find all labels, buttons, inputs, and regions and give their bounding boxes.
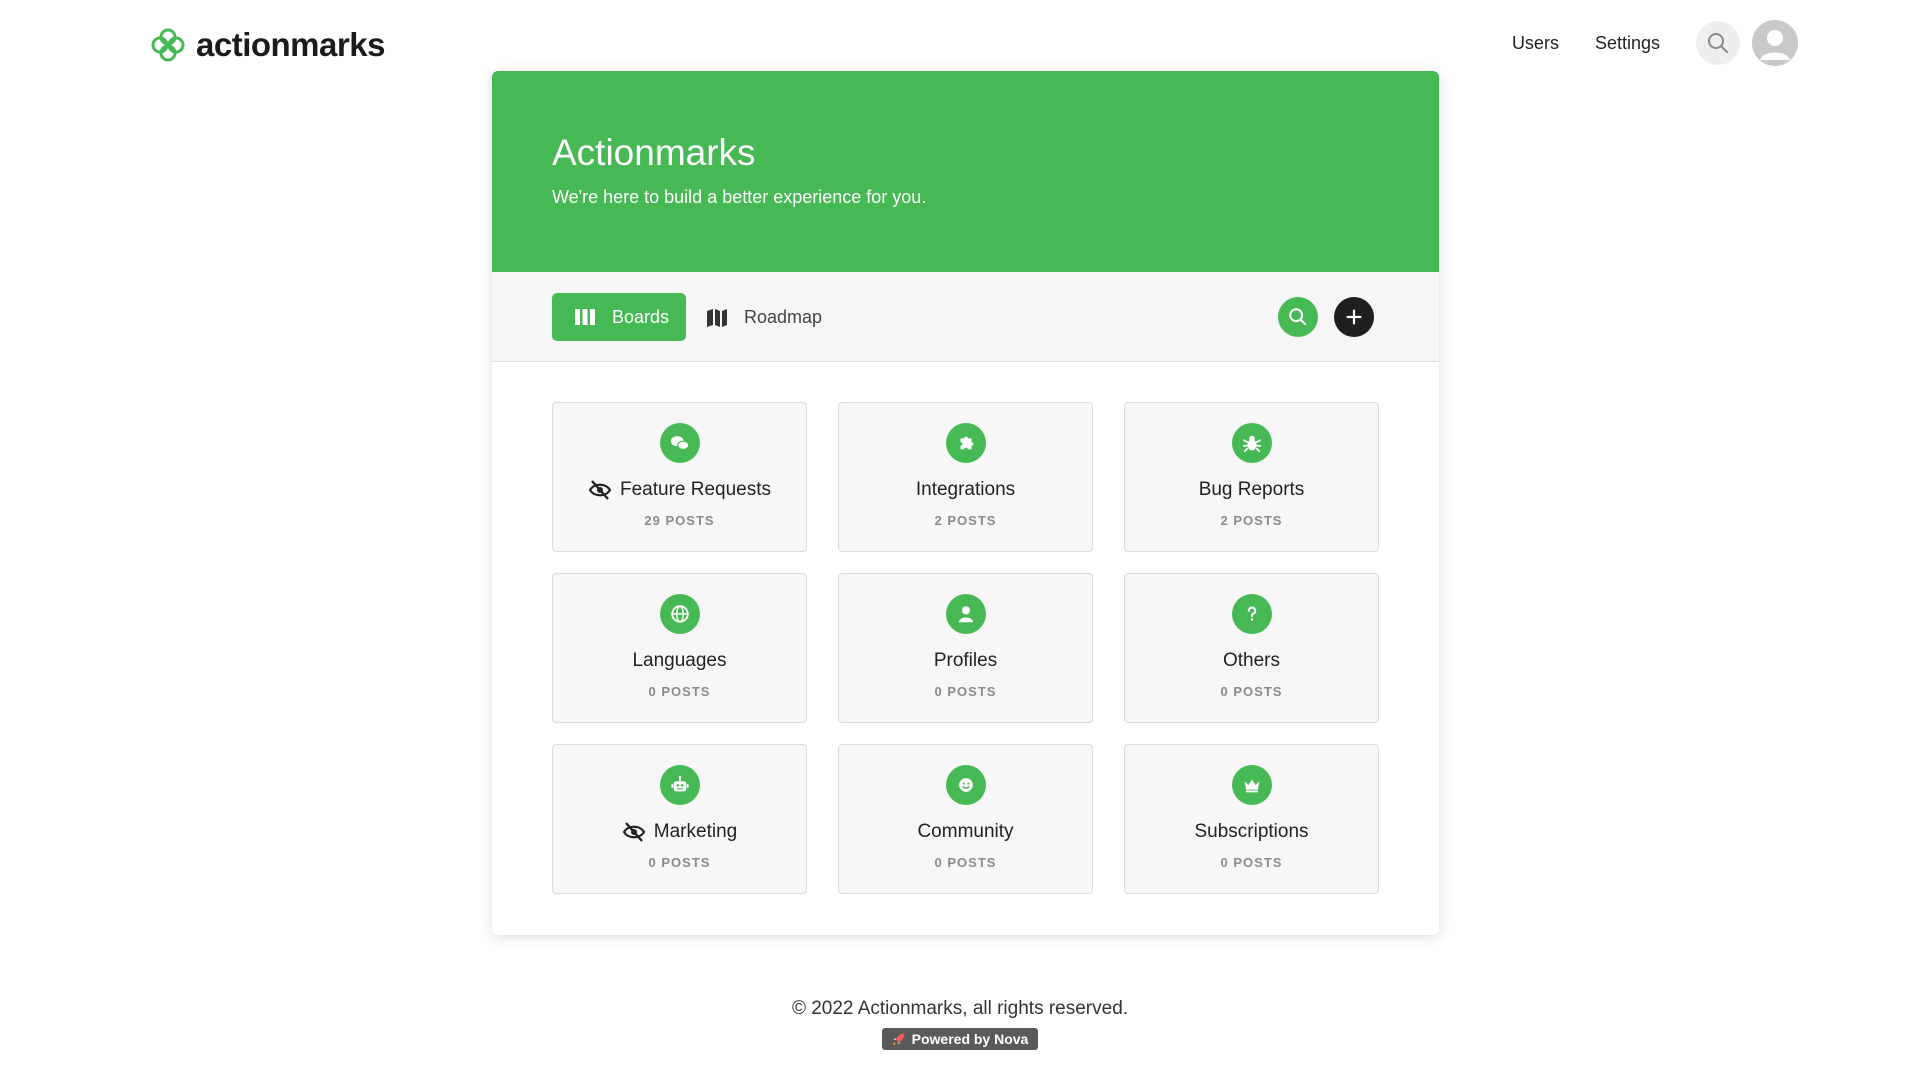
question-icon [1247, 606, 1256, 621]
columns-icon [575, 309, 595, 325]
tab-roadmap-label: Roadmap [744, 306, 823, 327]
toolbar: Boards Roadmap [492, 272, 1439, 362]
board-name: Profiles [934, 650, 997, 672]
board-card-subscriptions[interactable]: Subscriptions 0 POSTS [1124, 744, 1379, 894]
boards-grid: Feature Requests 29 POSTS Integrations 2… [552, 402, 1379, 894]
board-icon-badge [945, 765, 986, 805]
eye-slash-icon [588, 480, 612, 500]
powered-by-badge[interactable]: Powered by Nova [881, 1028, 1039, 1050]
board-post-count: 2 POSTS [934, 513, 997, 528]
board-name-text: Subscriptions [1194, 821, 1309, 842]
bug-icon [1242, 435, 1261, 453]
board-card-community[interactable]: Community 0 POSTS [838, 744, 1093, 894]
board-name-text: Bug Reports [1198, 479, 1305, 500]
board-name: Feature Requests [588, 479, 771, 501]
copyright-text: © 2022 Actionmarks, all rights reserved. [791, 998, 1129, 1019]
map-icon [707, 309, 727, 327]
crown-icon [1244, 779, 1259, 793]
board-card-languages[interactable]: Languages 0 POSTS [552, 573, 807, 723]
puzzle-icon [960, 436, 973, 450]
board-card-bug-reports[interactable]: Bug Reports 2 POSTS [1124, 402, 1379, 552]
user-avatar[interactable] [1752, 20, 1798, 66]
board-icon-badge [1231, 765, 1272, 805]
board-post-count: 0 POSTS [648, 855, 711, 870]
board-name-text: Community [917, 821, 1014, 842]
board-name: Subscriptions [1194, 821, 1308, 843]
footer: © 2022 Actionmarks, all rights reserved.… [0, 998, 1920, 1051]
board-name-text: Profiles [933, 650, 998, 671]
board-post-count: 0 POSTS [934, 855, 997, 870]
hero-subtitle: We're here to build a better experience … [552, 187, 927, 207]
board-icon-badge [659, 594, 700, 634]
board-card-marketing[interactable]: Marketing 0 POSTS [552, 744, 807, 894]
board-icon-badge [1231, 594, 1272, 634]
tab-boards[interactable]: Boards [552, 293, 686, 341]
hero-banner: Actionmarks We're here to build a better… [492, 71, 1439, 272]
board-name-text: Integrations [915, 479, 1016, 500]
board-name: Languages [632, 650, 726, 672]
board-icon-badge [945, 594, 986, 634]
top-search-button[interactable] [1696, 21, 1740, 65]
board-name: Integrations [916, 479, 1015, 501]
powered-by-text: Powered by Nova [911, 1031, 1029, 1047]
user-icon [958, 606, 973, 623]
board-card-others[interactable]: Others 0 POSTS [1124, 573, 1379, 723]
board-name: Bug Reports [1199, 479, 1305, 501]
smile-icon [958, 778, 973, 792]
board-icon-badge [659, 423, 700, 463]
plus-icon [1346, 309, 1362, 325]
board-name-text: Others [1222, 650, 1281, 671]
board-card-profiles[interactable]: Profiles 0 POSTS [838, 573, 1093, 723]
board-name: Marketing [622, 821, 737, 843]
eye-slash-icon [622, 822, 646, 842]
user-avatar-icon [1752, 20, 1798, 66]
brand-name: actionmarks [196, 26, 385, 63]
tab-boards-label: Boards [612, 306, 670, 327]
nav-link-users[interactable]: Users [1512, 33, 1559, 54]
search-icon [1289, 308, 1307, 326]
board-icon-badge [1231, 423, 1272, 463]
search-icon [1708, 33, 1728, 53]
board-name-text: Feature Requests [619, 479, 772, 500]
board-post-count: 0 POSTS [934, 684, 997, 699]
board-search-button[interactable] [1278, 297, 1318, 337]
board-card-feature-requests[interactable]: Feature Requests 29 POSTS [552, 402, 807, 552]
flower-logo-icon [151, 28, 185, 62]
board-post-count: 29 POSTS [644, 513, 715, 528]
top-nav-links: Users Settings [1512, 20, 1798, 66]
robot-icon [670, 775, 689, 792]
add-board-button[interactable] [1334, 297, 1374, 337]
board-post-count: 0 POSTS [1220, 855, 1283, 870]
board-name: Community [917, 821, 1013, 843]
board-post-count: 2 POSTS [1220, 513, 1283, 528]
board-icon-badge [659, 765, 700, 805]
globe-icon [670, 605, 689, 623]
board-post-count: 0 POSTS [1220, 684, 1283, 699]
board-name-text: Marketing [653, 821, 738, 842]
board-name-text: Languages [632, 650, 727, 671]
rocket-icon [892, 1033, 905, 1046]
tab-roadmap[interactable]: Roadmap [706, 293, 822, 341]
chat-bubbles-icon [670, 436, 689, 450]
board-card-integrations[interactable]: Integrations 2 POSTS [838, 402, 1093, 552]
brand-logo[interactable]: actionmarks [150, 26, 385, 64]
nav-link-settings[interactable]: Settings [1595, 33, 1660, 54]
board-post-count: 0 POSTS [648, 684, 711, 699]
main-card: Actionmarks We're here to build a better… [492, 71, 1439, 935]
board-icon-badge [945, 423, 986, 463]
hero-title: Actionmarks [552, 132, 756, 173]
board-name: Others [1223, 650, 1280, 672]
